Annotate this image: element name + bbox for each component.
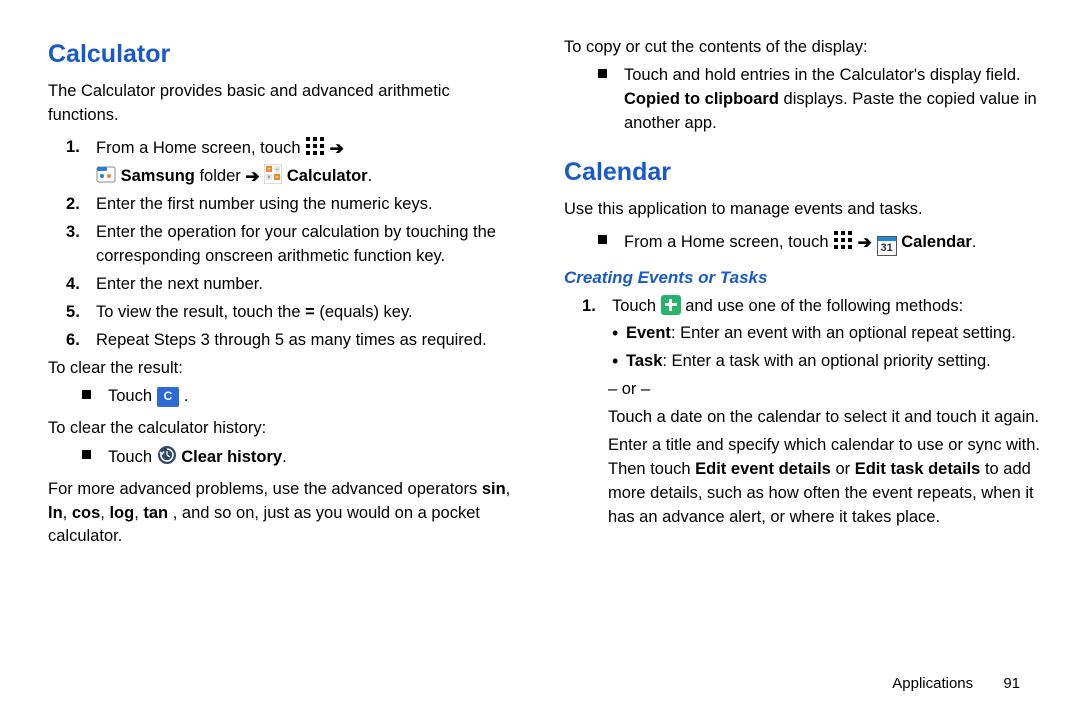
calculator-app-icon: + − × = [264, 164, 282, 184]
clear-result-a: Touch [108, 387, 157, 405]
copy-list: Touch and hold entries in the Calculator… [564, 64, 1040, 136]
step5-a: To view the result, touch the [96, 303, 305, 321]
sep1: , [506, 480, 511, 498]
calendar-app-icon: 31 [877, 236, 897, 256]
arrow-icon-3: ➔ [858, 233, 877, 252]
task-bold: Task [626, 352, 662, 370]
step1-end: . [368, 167, 373, 185]
task-item: Task: Enter a task with an optional prio… [564, 350, 1040, 374]
event-task-list: Event: Enter an event with an optional r… [564, 322, 1040, 374]
apps-grid-icon [305, 136, 325, 156]
calendar-open-item: From a Home screen, touch ➔ 31 Calendar. [564, 230, 1040, 256]
op-sin: sin [482, 480, 506, 498]
sep2: , [63, 504, 72, 522]
calculator-app-label: Calculator [287, 167, 368, 185]
clear-result-b: . [184, 387, 189, 405]
folder-suffix: folder [199, 167, 245, 185]
event-item: Event: Enter an event with an optional r… [564, 322, 1040, 346]
samsung-folder-icon [96, 164, 116, 184]
c-button-icon: C [157, 387, 180, 407]
step1-text-a: From a Home screen, touch [96, 139, 305, 157]
clear-history-item: Touch Clear history. [48, 445, 524, 470]
svg-text:×: × [268, 175, 272, 181]
clear-result-list: Touch C . [48, 385, 524, 409]
edit-task-details-label: Edit task details [855, 460, 981, 478]
follow-paragraph: Enter a title and specify which calendar… [564, 434, 1040, 530]
step-6: Repeat Steps 3 through 5 as many times a… [48, 329, 524, 353]
clear-history-list: Touch Clear history. [48, 445, 524, 470]
arrow-icon: ➔ [330, 139, 344, 158]
cal-step1-a: Touch [612, 297, 661, 315]
calendar-heading: Calendar [564, 154, 1040, 190]
op-ln: ln [48, 504, 63, 522]
follow-mid: or [835, 460, 854, 478]
samsung-folder-label: Samsung [121, 167, 195, 185]
clear-history-bold: Clear history [181, 448, 282, 466]
step-5: To view the result, touch the = (equals)… [48, 301, 524, 325]
advanced-paragraph: For more advanced problems, use the adva… [48, 478, 524, 550]
page-footer: Applications 91 [892, 675, 1020, 692]
footer-section: Applications [892, 675, 973, 692]
event-text: : Enter an event with an optional repeat… [671, 324, 1016, 342]
footer-page-number: 91 [1003, 675, 1020, 692]
adv-a: For more advanced problems, use the adva… [48, 480, 482, 498]
calculator-intro: The Calculator provides basic and advanc… [48, 80, 524, 128]
step-3: Enter the operation for your calculation… [48, 221, 524, 269]
clear-result-label: To clear the result: [48, 357, 524, 381]
clear-history-label: To clear the calculator history: [48, 417, 524, 441]
calendar-intro: Use this application to manage events an… [564, 198, 1040, 222]
calculator-heading: Calculator [48, 36, 524, 72]
cal-open-end: . [972, 233, 977, 251]
copy-a: Touch and hold entries in the Calculator… [624, 66, 1021, 84]
page-body: Calculator The Calculator provides basic… [0, 0, 1080, 553]
cal-step-1: Touch and use one of the following metho… [564, 295, 1040, 319]
clear-history-icon [157, 445, 177, 465]
copy-item: Touch and hold entries in the Calculator… [564, 64, 1040, 136]
svg-text:−: − [276, 167, 280, 173]
calendar-open-list: From a Home screen, touch ➔ 31 Calendar. [564, 230, 1040, 256]
copied-to-clipboard-label: Copied to clipboard [624, 90, 779, 108]
sep4: , [134, 504, 143, 522]
left-column: Calculator The Calculator provides basic… [48, 32, 524, 553]
calendar-steps: Touch and use one of the following metho… [564, 295, 1040, 319]
creating-events-subheading: Creating Events or Tasks [564, 266, 1040, 291]
op-tan: tan [143, 504, 168, 522]
edit-event-details-label: Edit event details [695, 460, 831, 478]
right-column: To copy or cut the contents of the displ… [564, 32, 1040, 553]
svg-text:+: + [268, 167, 272, 173]
cal-open-a: From a Home screen, touch [624, 233, 833, 251]
calendar-app-label: Calendar [901, 233, 972, 251]
step5-b: (equals) key. [315, 303, 413, 321]
op-log: log [109, 504, 134, 522]
op-cos: cos [72, 504, 100, 522]
clear-result-item: Touch C . [48, 385, 524, 409]
event-bold: Event [626, 324, 671, 342]
arrow-icon-2: ➔ [245, 167, 264, 186]
plus-icon [661, 295, 681, 315]
task-text: : Enter a task with an optional priority… [662, 352, 990, 370]
or-label: – or – [564, 378, 1040, 402]
copy-label: To copy or cut the contents of the displ… [564, 36, 1040, 60]
clear-history-a: Touch [108, 448, 157, 466]
step-2: Enter the first number using the numeric… [48, 193, 524, 217]
svg-text:=: = [276, 175, 280, 181]
apps-grid-icon-2 [833, 230, 853, 250]
step-1: From a Home screen, touch ➔ [48, 136, 524, 189]
calculator-steps: From a Home screen, touch ➔ [48, 136, 524, 353]
cal-step1-b: and use one of the following methods: [685, 297, 963, 315]
equals-key-label: = [305, 303, 315, 321]
step-4: Enter the next number. [48, 273, 524, 297]
clear-history-b: . [282, 448, 287, 466]
or-instruction: Touch a date on the calendar to select i… [564, 406, 1040, 430]
